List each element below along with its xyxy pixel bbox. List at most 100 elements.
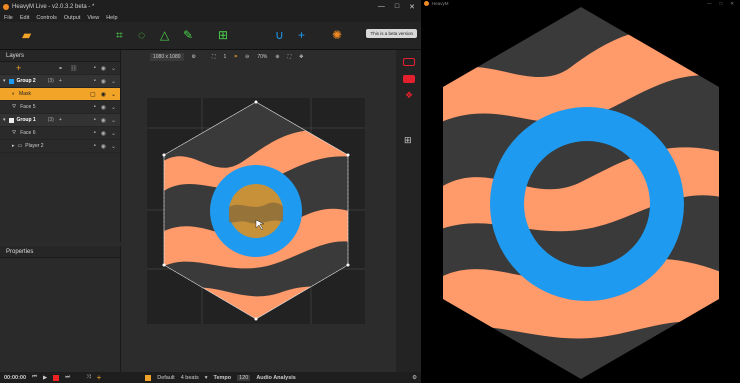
- eye-icon[interactable]: ◉: [101, 130, 106, 137]
- expand-chevron-icon[interactable]: ▾: [3, 78, 6, 84]
- output-minimize-button[interactable]: —: [707, 1, 712, 7]
- output-close-button[interactable]: ✕: [730, 1, 734, 7]
- chevron-down-icon[interactable]: ⌄: [111, 117, 116, 124]
- layer-mask[interactable]: ◐ Mask ▢ ◉ ⌄: [0, 88, 120, 101]
- vertex-handle[interactable]: [162, 153, 166, 157]
- fullscreen-icon[interactable]: ⛶: [288, 54, 292, 60]
- resolution-display[interactable]: 1080 x 1080: [150, 53, 184, 61]
- vertex-handle[interactable]: [254, 100, 258, 104]
- chevron-all-icon[interactable]: ⌄: [111, 65, 116, 72]
- preset-name[interactable]: Default: [157, 375, 174, 381]
- menu-file[interactable]: File: [4, 15, 13, 21]
- fit-icon[interactable]: ⛶: [212, 54, 216, 60]
- pen-tool-icon[interactable]: ✎: [183, 29, 193, 41]
- output-maximize-button[interactable]: □: [720, 1, 723, 7]
- skip-start-icon[interactable]: ⏮: [32, 374, 37, 381]
- menu-help[interactable]: Help: [106, 15, 117, 21]
- record-stop-button[interactable]: [53, 374, 60, 381]
- bottom-bar: 00:00:00 ⏮ ▶ ⏭ ⤨ + Default 4 beats ▾ Tem…: [0, 372, 421, 383]
- eye-icon[interactable]: ◉: [101, 91, 106, 98]
- layer-face-5[interactable]: ⛛ Face 5 ▪ ◉ ⌄: [0, 101, 120, 114]
- beats-dropdown-icon[interactable]: ▾: [205, 375, 208, 381]
- add-layer-icon[interactable]: +: [16, 63, 21, 73]
- chevron-down-icon[interactable]: ⌄: [111, 130, 116, 137]
- triangle-tool-icon[interactable]: △: [160, 29, 169, 41]
- palette-icon[interactable]: ✺: [332, 29, 342, 41]
- layer-mask-label: Mask: [19, 91, 31, 97]
- eye-icon[interactable]: ◉: [101, 117, 106, 124]
- shuffle-icon[interactable]: ⤨: [86, 374, 90, 381]
- zoom-out-icon[interactable]: ⊖: [245, 54, 249, 60]
- output-fill-icon[interactable]: [403, 75, 415, 83]
- add-media-icon[interactable]: ⊞: [404, 135, 412, 146]
- eye-icon[interactable]: ◉: [101, 143, 106, 150]
- layer-group-2[interactable]: ▾ Group 2 (3) + ▪ ◉ ⌄: [0, 75, 120, 88]
- audio-analysis-label[interactable]: Audio Analysis: [256, 375, 296, 381]
- effects-icon[interactable]: ❖: [405, 90, 413, 101]
- eye-icon[interactable]: ◉: [101, 104, 106, 111]
- add-to-group-icon[interactable]: +: [59, 78, 62, 84]
- skip-end-icon[interactable]: ⏭: [65, 374, 70, 381]
- vertex-handle[interactable]: [346, 153, 350, 157]
- chevron-down-icon[interactable]: ⌄: [111, 143, 116, 150]
- app-logo-icon: [424, 1, 429, 6]
- play-icon[interactable]: ▶: [43, 375, 47, 381]
- lock-icon[interactable]: ▪: [94, 104, 96, 111]
- move-icon[interactable]: ✥: [299, 54, 303, 60]
- frame-icon[interactable]: ⌗: [234, 54, 237, 60]
- main-window-title: HeavyM Live - v2.0.3.2 beta - *: [12, 3, 95, 10]
- eye-all-icon[interactable]: ◉: [101, 65, 106, 72]
- beats-selector[interactable]: 4 beats: [181, 375, 199, 381]
- minimize-button[interactable]: —: [378, 3, 385, 11]
- layer-player-2-label: Player 2: [25, 143, 44, 149]
- add-sequence-icon[interactable]: +: [97, 373, 102, 382]
- magnet-icon[interactable]: ∪: [275, 29, 284, 41]
- eye-icon[interactable]: ◉: [101, 78, 106, 85]
- menu-output[interactable]: Output: [64, 15, 81, 21]
- lock-all-icon[interactable]: ▪: [94, 65, 96, 72]
- output-frame-icon[interactable]: [403, 58, 415, 66]
- layer-player-2[interactable]: ▸ ▭ Player 2 ▪ ◉ ⌄: [0, 140, 120, 153]
- layer-group-2-count: (3): [47, 78, 54, 84]
- mask-toggle-icon[interactable]: ▢: [90, 91, 96, 98]
- expand-chevron-icon[interactable]: ▾: [3, 117, 6, 123]
- expand-chevron-icon[interactable]: ▸: [12, 143, 15, 149]
- vertex-handle[interactable]: [162, 263, 166, 267]
- output-window: HeavyM — □ ✕: [421, 0, 740, 383]
- menu-view[interactable]: View: [87, 15, 99, 21]
- menu-controls[interactable]: Controls: [36, 15, 56, 21]
- menu-bar: File Edit Controls Output View Help: [0, 13, 421, 22]
- settings-icon[interactable]: ⚙: [192, 54, 196, 60]
- lock-icon[interactable]: ▪: [94, 117, 96, 124]
- add-icon[interactable]: +: [298, 29, 305, 41]
- menu-edit[interactable]: Edit: [20, 15, 29, 21]
- layer-group-1[interactable]: ▾ Group 1 (3) + ▪ ◉ ⌄: [0, 114, 120, 127]
- lock-icon[interactable]: ▪: [94, 130, 96, 137]
- projector-icon[interactable]: ▰: [22, 29, 31, 41]
- properties-title: Properties: [0, 246, 120, 258]
- vertex-handle[interactable]: [254, 317, 258, 321]
- grid-tool-icon[interactable]: ⊞: [218, 29, 228, 41]
- audio-settings-icon[interactable]: ⚙: [412, 375, 417, 381]
- group-icon[interactable]: ⚭: [58, 65, 63, 72]
- main-titlebar: HeavyM Live - v2.0.3.2 beta - * — □ ✕: [0, 0, 421, 13]
- face-icon: ⛛: [12, 130, 17, 136]
- maximize-button[interactable]: □: [395, 3, 399, 11]
- link-icon[interactable]: ⛓: [70, 65, 78, 72]
- chevron-down-icon[interactable]: ⌄: [111, 104, 116, 111]
- tempo-label: Tempo: [213, 374, 232, 381]
- close-button[interactable]: ✕: [409, 3, 415, 11]
- chevron-down-icon[interactable]: ⌄: [111, 91, 116, 98]
- tempo-input[interactable]: 120: [237, 374, 251, 381]
- lock-icon[interactable]: ▪: [94, 143, 96, 150]
- add-to-group-icon[interactable]: +: [59, 117, 62, 123]
- chevron-down-icon[interactable]: ⌄: [111, 78, 116, 85]
- group-color-swatch: [8, 78, 14, 84]
- rectangle-tool-icon[interactable]: ⌗: [116, 29, 123, 41]
- circle-tool-icon[interactable]: ◌: [138, 29, 145, 41]
- zoom-in-icon[interactable]: ⊕: [275, 54, 279, 60]
- lock-icon[interactable]: ▪: [94, 78, 96, 85]
- editor-viewport[interactable]: 1080 x 1080 ⚙ ⛶ 1 ⌗ ⊖ 70% ⊕ ⛶ ✥: [122, 50, 396, 372]
- vertex-handle[interactable]: [346, 263, 350, 267]
- layer-face-6[interactable]: ⛛ Face 6 ▪ ◉ ⌄: [0, 127, 120, 140]
